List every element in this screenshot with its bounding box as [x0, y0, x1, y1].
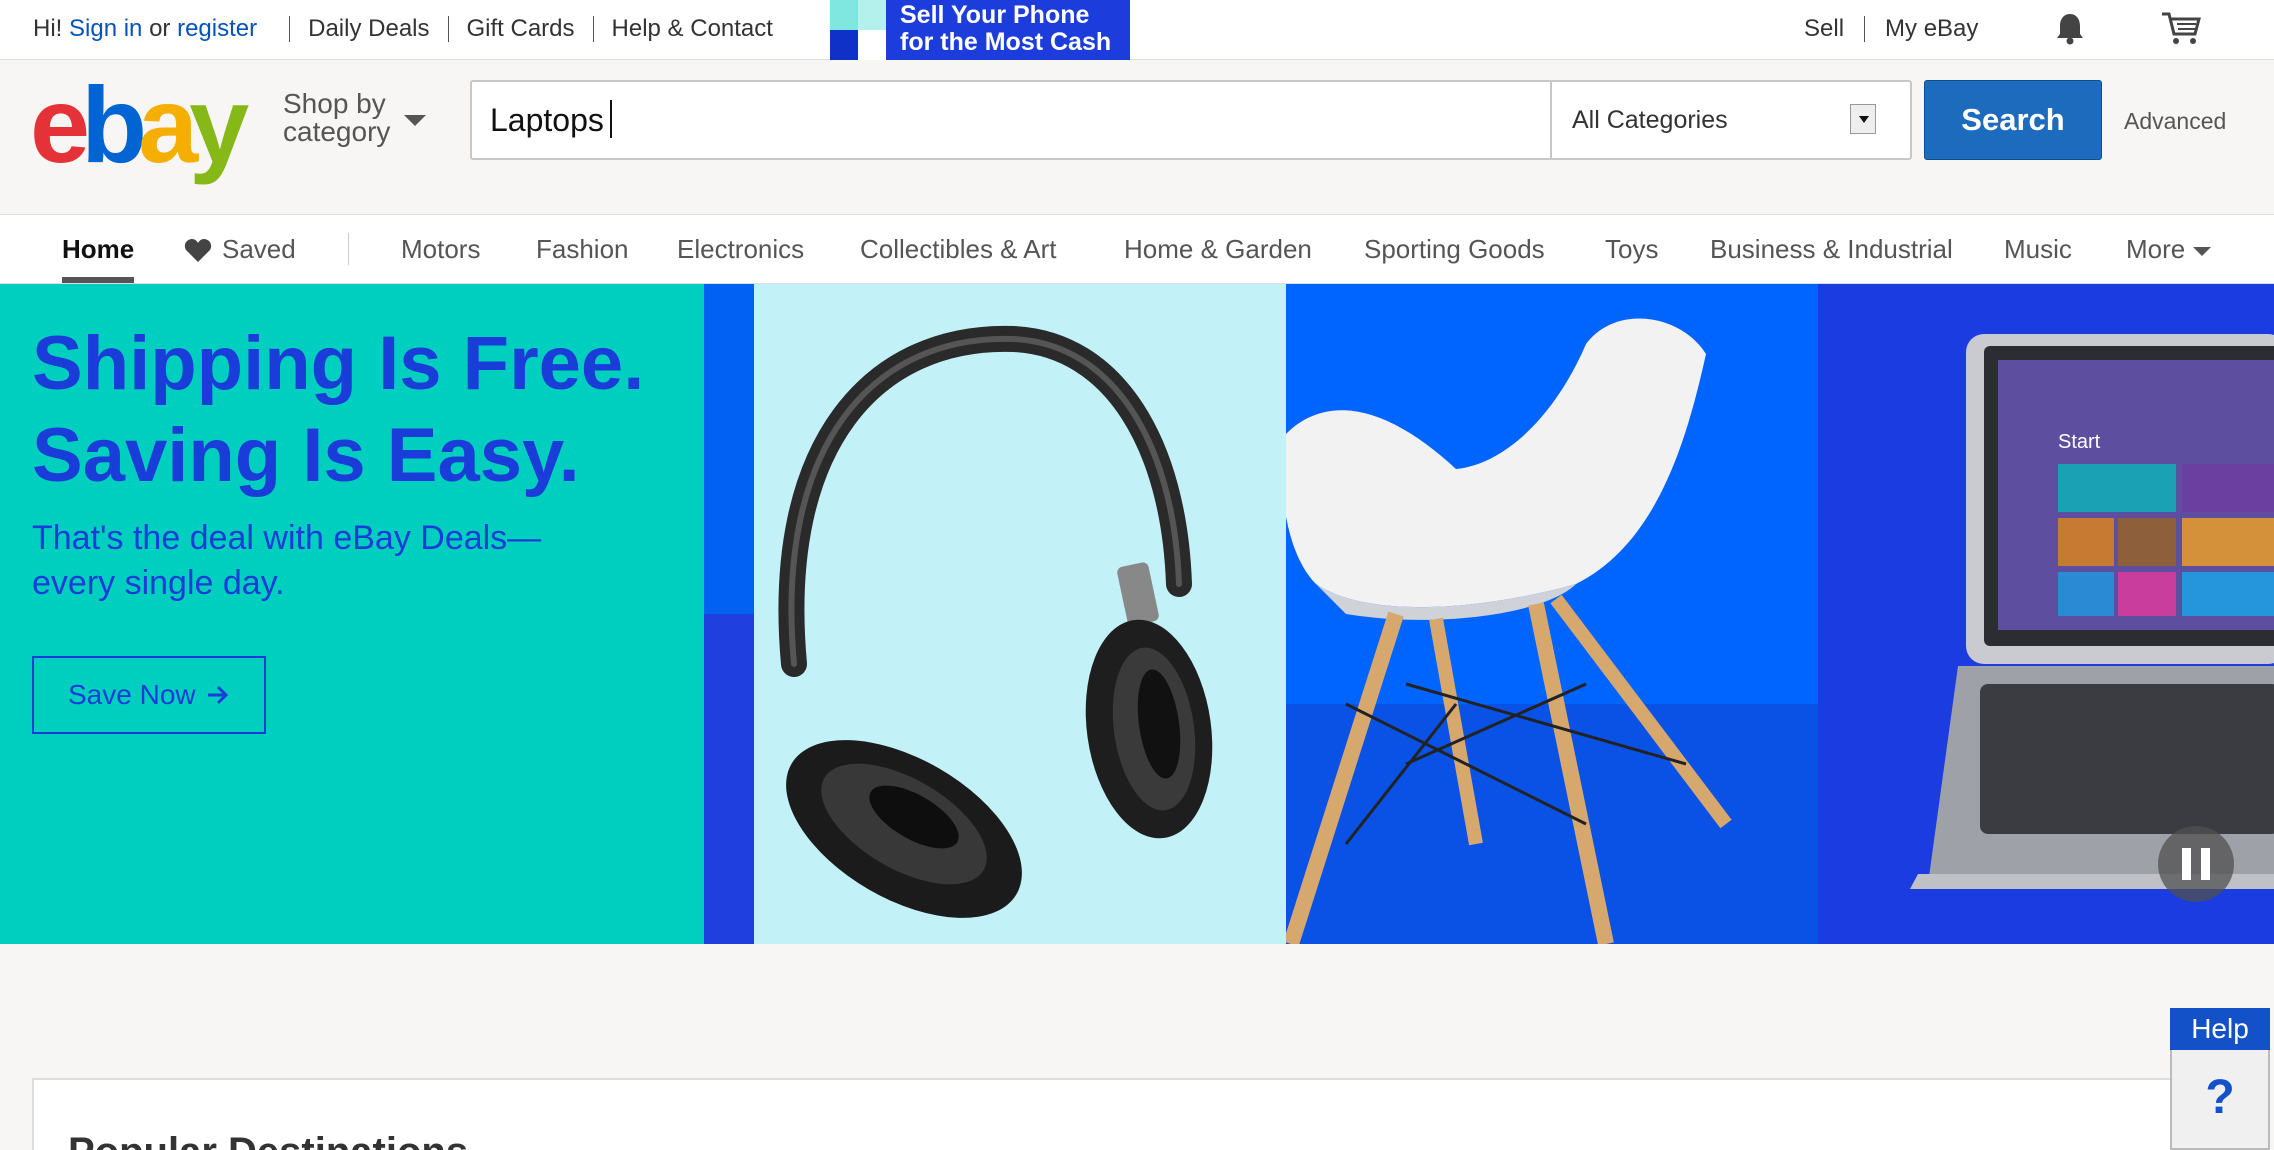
tab-electronics[interactable]: Electronics	[677, 215, 804, 283]
category-select[interactable]: All Categories	[1550, 82, 1912, 158]
pause-bar	[2182, 848, 2191, 880]
header: ebay Shop by category All Categories Sea…	[0, 60, 2274, 214]
tab-more[interactable]: More	[2126, 215, 2212, 283]
sell-link[interactable]: Sell	[1804, 15, 1844, 43]
heart-icon	[184, 239, 212, 262]
divider	[592, 16, 594, 42]
shop-by-label: Shop by	[283, 88, 386, 119]
cart-icon[interactable]	[2160, 10, 2202, 46]
promo-graphic	[858, 30, 886, 60]
gift-cards-link[interactable]: Gift Cards	[467, 15, 575, 43]
chair-illustration	[1286, 318, 1732, 944]
tab-sporting-goods[interactable]: Sporting Goods	[1364, 215, 1545, 283]
logo-letter: a	[138, 64, 198, 185]
tab-motors[interactable]: Motors	[401, 215, 480, 283]
or-text: or	[149, 15, 171, 42]
hero-title-line-1: Shipping Is Free.	[32, 321, 645, 406]
ebay-logo[interactable]: ebay	[30, 70, 249, 180]
tab-saved[interactable]: Saved	[222, 215, 296, 283]
search-input[interactable]	[472, 82, 1550, 158]
section-title: Popular Destinations	[68, 1130, 468, 1150]
daily-deals-link[interactable]: Daily Deals	[308, 15, 429, 43]
headphones-image[interactable]	[754, 284, 1286, 944]
hero-accent-strip	[704, 614, 754, 944]
active-tab-indicator	[62, 277, 134, 283]
sign-in-link[interactable]: Sign in	[69, 15, 142, 43]
top-right-links: Sell My eBay	[1804, 0, 1978, 58]
tab-home-garden[interactable]: Home & Garden	[1124, 215, 1312, 283]
promo-line-1: Sell Your Phone	[900, 1, 1090, 29]
popular-destinations-section: Popular Destinations	[32, 1078, 2242, 1150]
promo-graphic	[830, 30, 858, 60]
divider	[447, 16, 449, 42]
bell-icon[interactable]	[2052, 10, 2088, 46]
more-label: More	[2126, 234, 2186, 264]
arrow-right-icon	[208, 685, 229, 705]
register-link[interactable]: register	[177, 15, 257, 43]
logo-letter: e	[30, 64, 90, 185]
text-cursor	[610, 100, 612, 138]
category-label: category	[283, 116, 391, 147]
help-contact-link[interactable]: Help & Contact	[612, 15, 773, 43]
promo-line-2: for the Most Cash	[900, 28, 1112, 56]
hero-subtitle-line-1: That's the deal with eBay Deals—	[32, 519, 542, 557]
chevron-down-icon[interactable]	[404, 115, 426, 126]
help-widget[interactable]: Help ?	[2170, 1008, 2270, 1150]
promo-text: Sell Your Phone for the Most Cash	[900, 2, 1111, 56]
my-ebay-link[interactable]: My eBay	[1885, 15, 1978, 43]
shop-by-category-button[interactable]: Shop by category	[283, 90, 390, 146]
headphones-illustration	[778, 325, 1213, 918]
hero-carousel: Shipping Is Free. Saving Is Easy. That's…	[0, 284, 2274, 944]
greeting-text: Hi!	[33, 15, 63, 42]
chair-image[interactable]	[1286, 284, 1818, 944]
help-label[interactable]: Help	[2170, 1008, 2270, 1050]
save-now-button[interactable]: Save Now	[32, 656, 266, 734]
chevron-down-icon	[2193, 246, 2212, 256]
hero-subtitle-line-2: every single day.	[32, 564, 285, 602]
hero-title: Shipping Is Free. Saving Is Easy.	[32, 318, 712, 502]
hero-accent-strip	[704, 284, 754, 614]
tab-collectibles-art[interactable]: Collectibles & Art	[860, 215, 1057, 283]
tab-fashion[interactable]: Fashion	[536, 215, 629, 283]
tab-home[interactable]: Home	[62, 215, 134, 283]
dropdown-arrow-icon[interactable]	[1850, 104, 1876, 134]
hero-text-panel: Shipping Is Free. Saving Is Easy. That's…	[0, 284, 704, 944]
laptop-screen-start: Start	[2058, 431, 2101, 453]
save-now-label: Save Now	[68, 679, 196, 710]
logo-letter: b	[81, 64, 147, 185]
tab-music[interactable]: Music	[2004, 215, 2072, 283]
promo-banner[interactable]: Sell Your Phone for the Most Cash	[830, 0, 1130, 60]
promo-graphic	[858, 0, 886, 30]
tab-toys[interactable]: Toys	[1605, 215, 1658, 283]
top-utility-bar: Hi! Sign in or register Daily Deals Gift…	[0, 0, 2274, 60]
top-left-links: Hi! Sign in or register Daily Deals Gift…	[33, 0, 773, 58]
logo-letter: y	[189, 64, 249, 185]
pause-bar	[2201, 848, 2210, 880]
advanced-search-link[interactable]: Advanced	[2124, 108, 2226, 135]
divider	[348, 233, 349, 265]
tab-business-industrial[interactable]: Business & Industrial	[1710, 215, 1953, 283]
category-select-value: All Categories	[1572, 106, 1728, 134]
search-bar: All Categories	[470, 80, 1912, 160]
hero-title-line-2: Saving Is Easy.	[32, 413, 580, 498]
divider	[1864, 16, 1866, 42]
question-mark-icon[interactable]: ?	[2170, 1050, 2270, 1150]
hero-subtitle: That's the deal with eBay Deals— every s…	[32, 516, 592, 606]
pause-icon[interactable]	[2158, 826, 2234, 902]
category-nav: Home Saved Motors Fashion Electronics Co…	[0, 214, 2274, 284]
divider	[289, 16, 291, 42]
search-button[interactable]: Search	[1924, 80, 2102, 160]
